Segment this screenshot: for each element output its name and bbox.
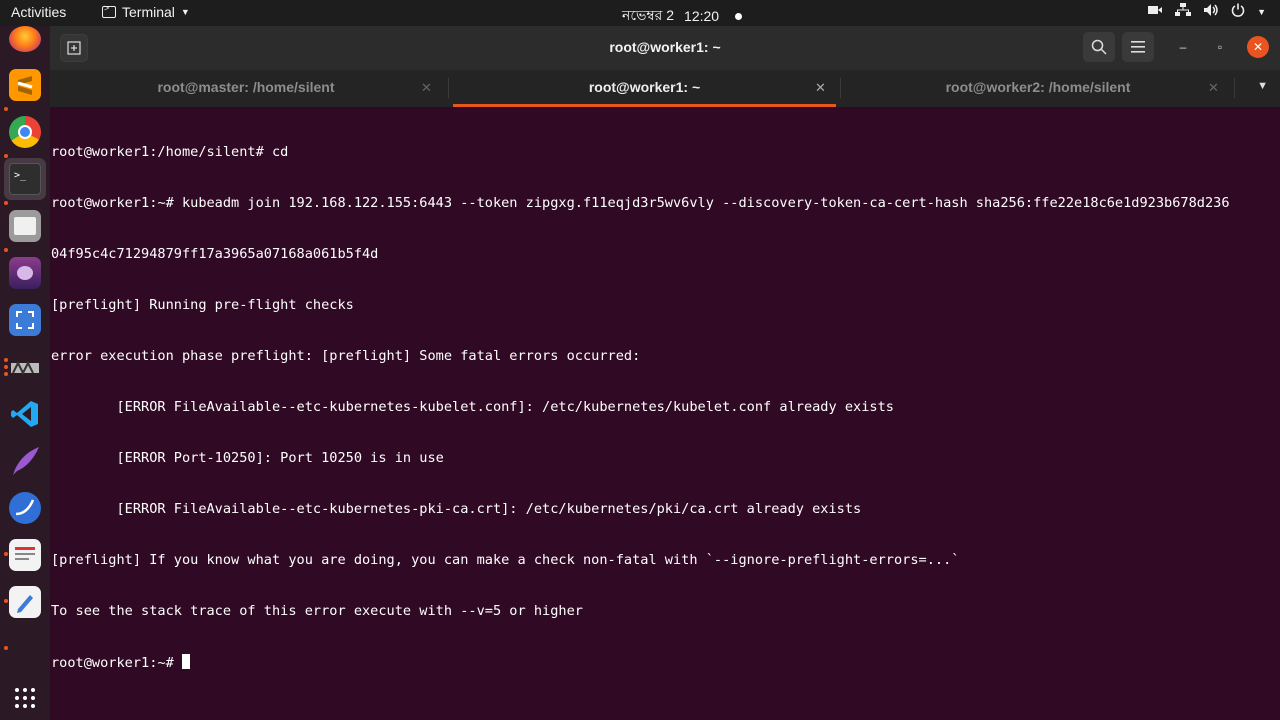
clock-date: নভেম্বর 2 <box>622 7 675 23</box>
top-bar: Activities Terminal ▼ নভেম্বর 2 12:20 ▼ <box>0 0 1280 26</box>
running-indicator <box>4 552 8 556</box>
minimize-button[interactable]: – <box>1172 36 1194 58</box>
tab-label: root@worker1: ~ <box>588 79 701 95</box>
terminal-output[interactable]: root@worker1:/home/silent# cd root@worke… <box>51 110 1271 706</box>
maximize-icon: ▫ <box>1217 40 1223 54</box>
system-menu-chevron-icon[interactable]: ▼ <box>1257 7 1266 17</box>
header-bar: root@worker1: ~ – ▫ ✕ <box>50 26 1280 70</box>
terminal-line: [ERROR FileAvailable--etc-kubernetes-pki… <box>51 501 862 517</box>
video-editor-icon[interactable] <box>9 257 41 289</box>
browser-icon[interactable] <box>9 492 41 524</box>
terminal-small-icon <box>102 3 116 18</box>
screenshot-icon[interactable] <box>9 304 41 336</box>
close-button[interactable]: ✕ <box>1247 36 1269 58</box>
tab-label: root@master: /home/silent <box>157 79 335 95</box>
search-button[interactable] <box>1083 32 1115 62</box>
minimize-icon: – <box>1179 40 1187 54</box>
quill-icon[interactable] <box>9 445 41 477</box>
menu-button[interactable] <box>1122 32 1154 62</box>
terminal-line: [preflight] Running pre-flight checks <box>51 297 354 313</box>
tab-worker1[interactable]: root@worker1: ~ ✕ <box>453 70 836 107</box>
running-indicator <box>4 107 8 111</box>
terminal-line: [preflight] If you know what you are doi… <box>51 552 960 568</box>
app-menu[interactable]: Terminal ▼ <box>102 3 190 20</box>
running-indicator <box>4 248 8 252</box>
running-indicator <box>4 201 8 205</box>
running-indicator <box>4 358 8 362</box>
terminal-line: 04f95c4c71294879ff17a3965a07168a061b5f4d <box>51 246 379 262</box>
screen-record-icon[interactable] <box>1147 4 1163 19</box>
notification-dot-icon <box>735 12 743 20</box>
dock: >_ <box>0 26 50 720</box>
terminal-line: To see the stack trace of this error exe… <box>51 603 583 619</box>
chevron-down-icon: ▼ <box>180 7 190 17</box>
chrome-icon[interactable] <box>9 116 41 148</box>
terminal-window: root@worker1: ~ – ▫ ✕ root@master: /home… <box>50 26 1280 720</box>
document-viewer-icon[interactable] <box>9 539 41 571</box>
clock-time: 12:20 <box>684 8 720 24</box>
virt-manager-icon[interactable] <box>9 351 41 383</box>
app-menu-label: Terminal <box>122 4 175 20</box>
maximize-button[interactable]: ▫ <box>1209 36 1231 58</box>
terminal-line: root@worker1:~# kubeadm join 192.168.122… <box>51 195 1230 211</box>
terminal-icon: >_ <box>9 163 41 195</box>
running-indicator <box>4 372 8 376</box>
tab-close-icon[interactable]: ✕ <box>1208 70 1219 105</box>
system-tray[interactable]: ▼ <box>1147 3 1266 20</box>
power-icon[interactable] <box>1231 3 1245 20</box>
terminal-dock-item[interactable]: >_ <box>4 158 46 200</box>
tab-label: root@worker2: /home/silent <box>945 79 1131 95</box>
tab-master[interactable]: root@master: /home/silent ✕ <box>50 70 442 107</box>
firefox-icon[interactable] <box>9 26 41 52</box>
show-applications-icon[interactable] <box>15 688 35 708</box>
clock[interactable]: নভেম্বর 2 12:20 <box>622 4 743 28</box>
terminal-line: root@worker1:/home/silent# cd <box>51 144 289 160</box>
activities-button[interactable]: Activities <box>11 4 66 20</box>
close-icon: ✕ <box>1252 40 1264 54</box>
tab-worker2[interactable]: root@worker2: /home/silent ✕ <box>845 70 1231 107</box>
search-icon <box>1091 39 1107 55</box>
vscode-icon[interactable] <box>9 398 41 430</box>
text-editor-icon[interactable] <box>9 586 41 618</box>
terminal-line: [ERROR Port-10250]: Port 10250 is in use <box>51 450 444 466</box>
tab-bar: root@master: /home/silent ✕ root@worker1… <box>50 70 1280 107</box>
tab-separator <box>840 78 841 98</box>
terminal-line: [ERROR FileAvailable--etc-kubernetes-kub… <box>51 399 894 415</box>
running-indicator <box>4 365 8 369</box>
tab-close-icon[interactable]: ✕ <box>421 70 432 105</box>
text-cursor <box>181 654 190 669</box>
tabs-menu-chevron-icon[interactable]: ▼ <box>1257 80 1268 92</box>
running-indicator <box>4 154 8 158</box>
tab-separator <box>448 78 449 98</box>
hamburger-menu-icon <box>1131 41 1145 53</box>
terminal-prompt: root@worker1:~# <box>51 655 182 671</box>
terminal-line: error execution phase preflight: [prefli… <box>51 348 641 364</box>
files-icon[interactable] <box>9 210 41 242</box>
running-indicator <box>4 599 8 603</box>
sublime-text-icon[interactable] <box>9 69 41 101</box>
tab-separator <box>1234 78 1235 98</box>
network-icon[interactable] <box>1175 3 1192 20</box>
tab-close-icon[interactable]: ✕ <box>815 70 826 105</box>
terminal-prompt-line[interactable]: root@worker1:~# <box>51 654 1271 672</box>
volume-icon[interactable] <box>1203 3 1219 20</box>
running-indicator <box>4 646 8 650</box>
